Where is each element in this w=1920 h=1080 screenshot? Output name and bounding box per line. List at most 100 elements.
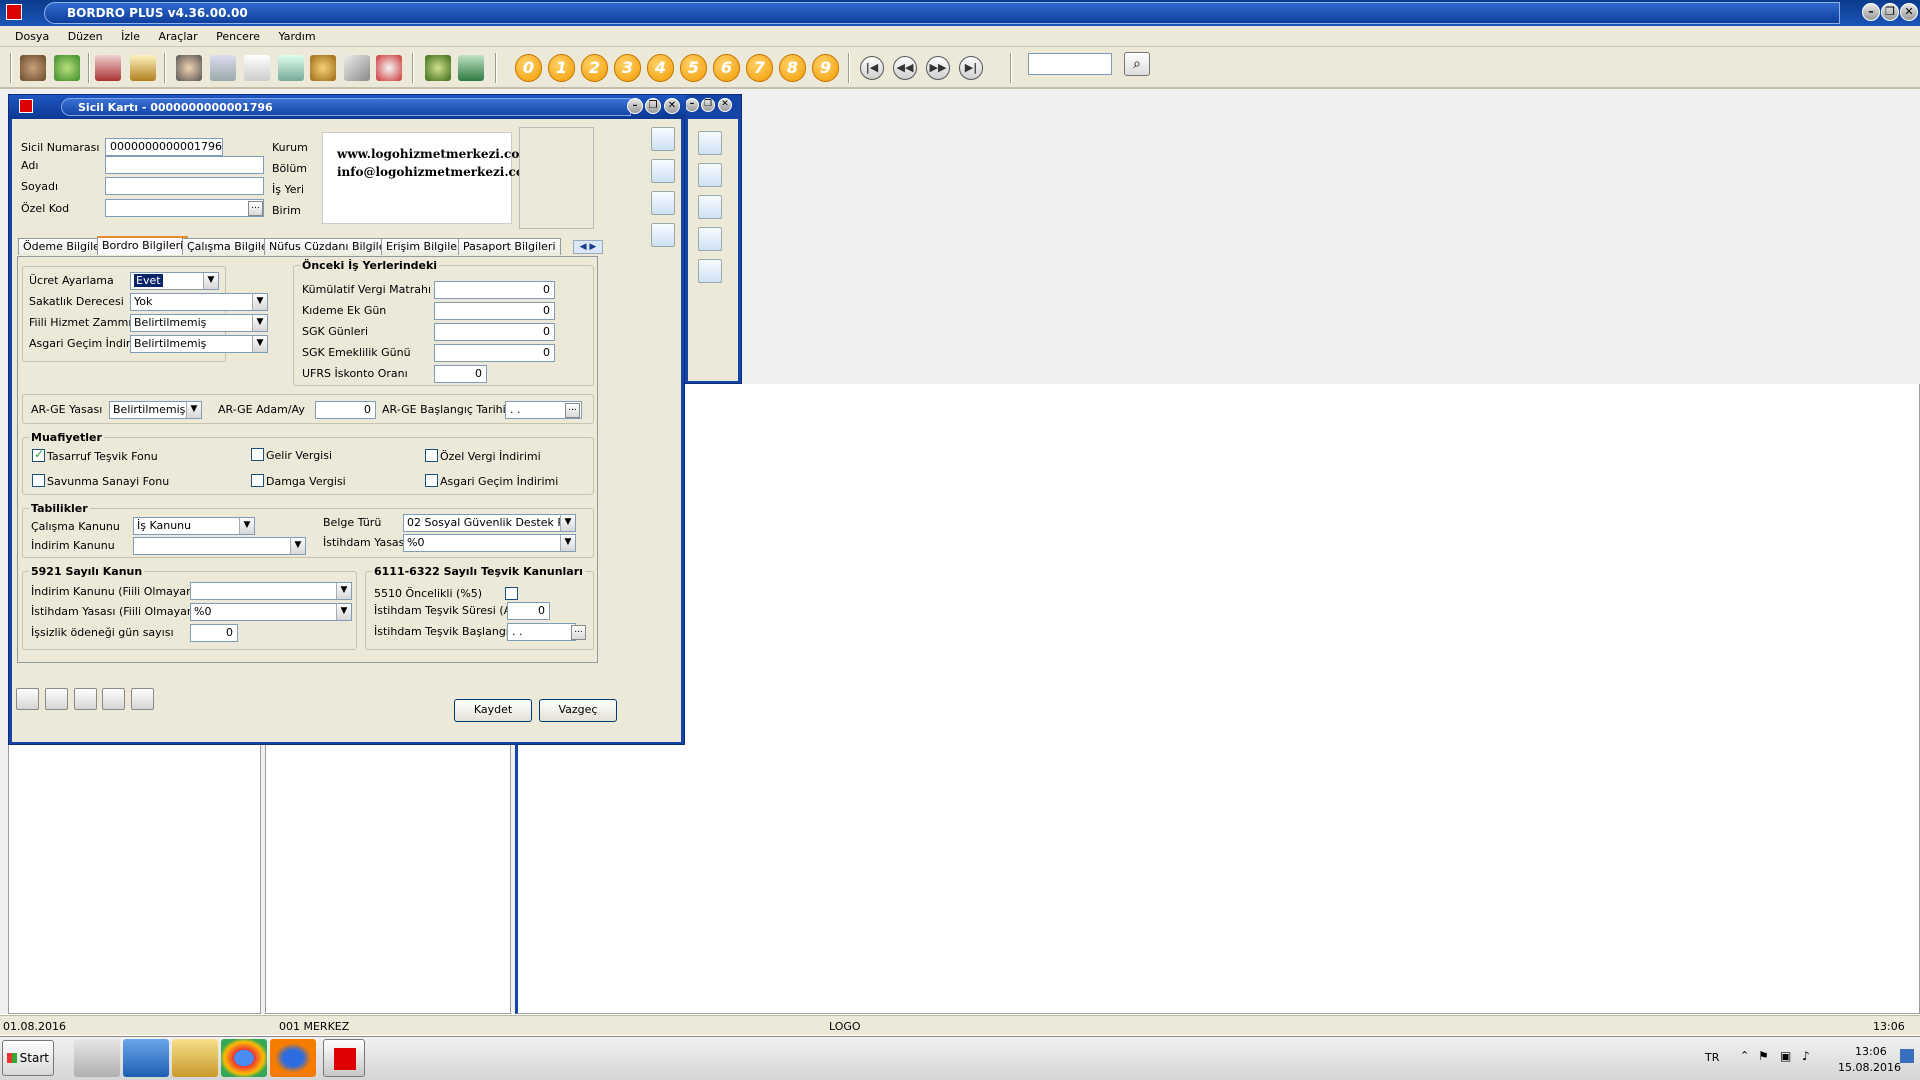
binoculars-icon[interactable] [45, 688, 68, 710]
back-icon[interactable] [16, 688, 39, 710]
secondary-restore-icon[interactable]: ❐ [701, 98, 715, 112]
chrome-icon[interactable] [221, 1039, 267, 1077]
person-icon[interactable] [176, 55, 202, 81]
money-bag-icon[interactable] [310, 55, 336, 81]
chevron-down-icon[interactable]: ▼ [239, 518, 254, 534]
asgari-gecim-indirimi-checkbox[interactable] [425, 474, 438, 487]
savunma-sanayi-fonu-checkbox[interactable] [32, 474, 45, 487]
oncelikli-5510-checkbox[interactable] [505, 587, 518, 600]
menu-yardim[interactable]: Yardım [279, 30, 316, 43]
photo-frame[interactable] [519, 127, 594, 229]
adi-input[interactable] [105, 156, 264, 174]
window-close-icon[interactable]: ✕ [664, 98, 680, 114]
server-manager-icon[interactable] [74, 1039, 120, 1077]
quick-0-button[interactable]: 0 [515, 54, 542, 82]
calculator-icon[interactable] [95, 55, 121, 81]
grid-icon[interactable] [74, 688, 97, 710]
star-sheet-icon[interactable] [698, 259, 722, 283]
sicil-numarasi-input[interactable]: 0000000000001796 [105, 138, 223, 156]
ufrs-iskonto-orani-input[interactable]: 0 [434, 365, 487, 383]
restore-icon[interactable]: ❐ [1881, 3, 1899, 21]
chevron-down-icon[interactable]: ▼ [290, 538, 305, 554]
istihdam-yasasi-fiili-olmayan-select[interactable]: %0 ▼ [190, 603, 352, 621]
istihdam-tesvik-baslangici-input[interactable]: . . [507, 623, 576, 641]
file-explorer-icon[interactable] [172, 1039, 218, 1077]
bordro-taskbar-button[interactable] [323, 1039, 365, 1077]
quick-5-button[interactable]: 5 [680, 54, 707, 82]
register-icon[interactable] [130, 55, 156, 81]
card-icon[interactable] [698, 195, 722, 219]
calendar-icon[interactable] [210, 55, 236, 81]
istihdam-tesvik-suresi-input[interactable]: 0 [507, 602, 550, 620]
quick-8-button[interactable]: 8 [779, 54, 806, 82]
save-button[interactable]: Kaydet [454, 699, 532, 722]
tab-erisim-bilgileri[interactable]: Erişim Bilgileri [381, 238, 470, 255]
users-icon[interactable] [20, 55, 46, 81]
start-button[interactable]: Start [2, 1040, 54, 1076]
fiili-hizmet-zammi-select[interactable]: Belirtilmemiş ▼ [130, 314, 268, 332]
search-icon[interactable]: ⌕ [1124, 52, 1150, 76]
kideme-ek-gun-input[interactable]: 0 [434, 302, 555, 320]
alarm-clock-icon[interactable] [376, 55, 402, 81]
quick-6-button[interactable]: 6 [713, 54, 740, 82]
clock-date[interactable]: 15.08.2016 [1838, 1061, 1901, 1074]
show-desktop-icon[interactable] [1900, 1049, 1914, 1063]
menu-duzen[interactable]: Düzen [68, 30, 103, 43]
arge-adam-ay-input[interactable]: 0 [315, 401, 376, 419]
print-icon[interactable] [102, 688, 125, 710]
close-icon[interactable]: ✕ [1900, 3, 1918, 21]
chevron-down-icon[interactable]: ▼ [560, 515, 575, 531]
quick-3-button[interactable]: 3 [614, 54, 641, 82]
sgk-gunleri-input[interactable]: 0 [434, 323, 555, 341]
quick-4-button[interactable]: 4 [647, 54, 674, 82]
chevron-down-icon[interactable]: ▼ [336, 604, 351, 620]
chevron-down-icon[interactable]: ▼ [186, 402, 201, 418]
exit-door-icon[interactable] [458, 55, 484, 81]
tab-scroll-arrows-icon[interactable]: ◀ ▶ [573, 240, 603, 254]
chevron-down-icon[interactable]: ▼ [252, 336, 267, 352]
belge-turu-select[interactable]: 02 Sosyal Güvenlik Destek Primi ▼ [403, 514, 576, 532]
ozel-kod-input[interactable] [105, 199, 264, 217]
secondary-close-icon[interactable]: ✕ [718, 98, 732, 112]
tab-bordro-bilgileri[interactable]: Bordro Bilgileri [97, 236, 189, 255]
edit-icon[interactable] [131, 688, 154, 710]
issizlik-odenegi-input[interactable]: 0 [190, 624, 238, 642]
tab-nufus-cuzdani-bilgileri[interactable]: Nüfus Cüzdanı Bilgileri [264, 238, 399, 255]
language-indicator[interactable]: TR [1705, 1051, 1719, 1064]
add-green-icon[interactable] [651, 191, 675, 215]
last-record-icon[interactable]: ▶| [959, 56, 983, 80]
org-chart-icon[interactable] [651, 159, 675, 183]
toolbar-search-input[interactable] [1028, 53, 1112, 75]
network-icon[interactable]: ▣ [1780, 1049, 1791, 1063]
firefox-icon[interactable] [270, 1039, 316, 1077]
import-photo-icon[interactable] [651, 127, 675, 151]
indirim-kanunu-select[interactable]: ▼ [133, 537, 306, 555]
money-stack-icon[interactable] [278, 55, 304, 81]
asgari-gecim-indirimi-select[interactable]: Belirtilmemiş ▼ [130, 335, 268, 353]
ozel-vergi-indirimi-checkbox[interactable] [425, 449, 438, 462]
chevron-down-icon[interactable]: ▼ [252, 294, 267, 310]
window-minimize-icon[interactable]: – [627, 98, 643, 114]
chart-icon[interactable] [344, 55, 370, 81]
document-icon[interactable] [244, 55, 270, 81]
sgk-emeklilik-gunu-input[interactable]: 0 [434, 344, 555, 362]
clock-icon[interactable] [698, 227, 722, 251]
istihdam-tesvik-date-button[interactable]: ... [571, 625, 586, 640]
speaker-icon[interactable]: ♪ [1802, 1049, 1810, 1063]
indirim-kanunu-fiili-olmayan-select[interactable]: ▼ [190, 582, 352, 600]
ozel-kod-lookup-button[interactable]: ... [248, 201, 263, 216]
tab-pasaport-bilgileri[interactable]: Pasaport Bilgileri [458, 238, 561, 255]
next-record-icon[interactable]: ▶▶ [926, 56, 950, 80]
gelir-vergisi-checkbox[interactable] [251, 448, 264, 461]
menu-izle[interactable]: İzle [121, 30, 140, 43]
sakatlik-derecesi-select[interactable]: Yok ▼ [130, 293, 268, 311]
ucret-ayarlama-select[interactable]: Evet ▼ [130, 272, 219, 290]
arge-yasasi-select[interactable]: Belirtilmemiş ▼ [109, 401, 202, 419]
history-icon[interactable] [651, 223, 675, 247]
clock-time[interactable]: 13:06 [1855, 1045, 1887, 1058]
help-icon[interactable] [425, 55, 451, 81]
minimize-icon[interactable]: – [1862, 3, 1880, 21]
add-photo-icon[interactable] [698, 131, 722, 155]
powershell-icon[interactable] [123, 1039, 169, 1077]
menu-araclar[interactable]: Araçlar [159, 30, 198, 43]
